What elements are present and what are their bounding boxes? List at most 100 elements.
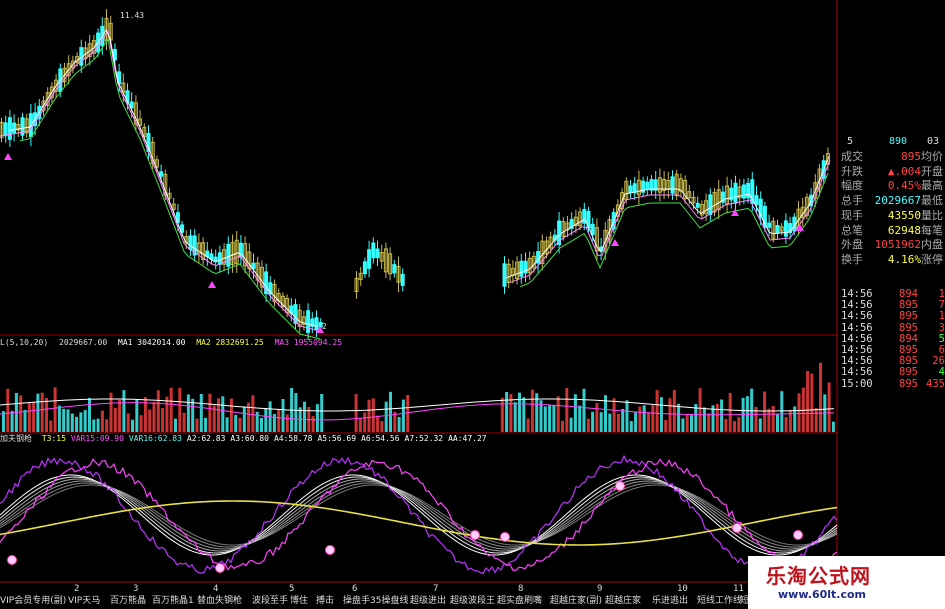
quote-label: 换手 — [841, 252, 863, 266]
formula-tab[interactable]: 波段至手 — [252, 594, 288, 609]
chart-area[interactable]: 11.43 2 L(5,10,20) 2029667.00 MA1 304201… — [0, 0, 838, 609]
formula-tab[interactable]: 短线工作线 — [697, 594, 742, 609]
formula-tab[interactable]: 操盘手35操盘线 — [343, 594, 408, 609]
volume-bar — [707, 413, 711, 432]
volume-header: L(5,10,20) 2029667.00 MA1 3042014.00 MA2… — [0, 338, 342, 348]
formula-tab[interactable]: 超越庄家(副) — [550, 594, 602, 609]
volume-bar — [668, 398, 672, 432]
tick-time: 14:56 — [841, 299, 873, 312]
tick-volume: 5 — [938, 332, 945, 345]
candle-body — [645, 181, 650, 190]
volume-bar — [526, 418, 530, 432]
quote-label-2: 均价 — [921, 150, 943, 163]
quote-label-2: 每笔 — [921, 223, 943, 237]
quote-label: 外盘 — [841, 238, 863, 252]
volume-bar — [45, 397, 48, 432]
volume-bar — [406, 394, 410, 432]
candle-body — [314, 317, 319, 331]
indicator-value: A2:62.83 — [186, 434, 226, 443]
volume-bar — [685, 414, 689, 432]
quote-value: 62948 — [887, 223, 921, 237]
formula-tab[interactable]: 百万熊晶 — [110, 594, 146, 609]
indicator-value: A4:58.78 — [273, 434, 313, 443]
formula-tab[interactable]: 替血失钢枪 — [197, 594, 242, 609]
volume-bar — [806, 370, 810, 432]
volume-bar — [143, 397, 147, 432]
volume-bar — [285, 414, 289, 432]
tick-row: 14:56 894 5 — [841, 333, 945, 345]
volume-bar — [513, 402, 517, 432]
formula-tab[interactable]: 百万熊晶1 — [152, 594, 194, 609]
volume-bar — [174, 418, 177, 432]
tick-time: 14:56 — [841, 288, 873, 300]
formula-tab[interactable]: 超级进出 — [410, 594, 446, 609]
indicator-value: A6:54.56 — [361, 434, 400, 443]
volume-bar — [561, 420, 564, 432]
quote-value: 43550 — [887, 208, 921, 222]
quote-label-2: 量比 — [921, 208, 943, 222]
formula-tab[interactable]: 乐进逃出 — [652, 594, 688, 609]
formula-tab[interactable]: 超级波段王 — [450, 594, 495, 609]
volume-bar — [217, 398, 220, 432]
watermark-url: www.60lt.com — [778, 588, 867, 601]
indicator-value: A5:56.69 — [317, 434, 357, 443]
formula-tab[interactable]: 搏击 — [316, 594, 334, 609]
volume-bar — [371, 398, 375, 432]
tick-row: 14:56 895 4 — [841, 366, 945, 378]
volume-bar — [659, 397, 663, 432]
tick-time: 14:56 — [841, 332, 873, 345]
indicator-value: A3:60.80 — [230, 434, 269, 443]
ma-line-white — [504, 156, 830, 279]
volume-bar — [92, 419, 96, 432]
volume-bar — [629, 421, 633, 432]
formula-tab[interactable]: VIP天马 — [68, 594, 100, 609]
candle-body — [306, 310, 311, 334]
volume-bar — [500, 397, 504, 432]
formula-tab[interactable]: VIP会员专用(副) — [0, 594, 66, 609]
volume-bar — [126, 413, 130, 432]
volume-bar — [591, 411, 595, 432]
quote-label-2: 最低 — [921, 194, 943, 208]
volume-bar — [303, 401, 306, 432]
volume-bar — [702, 407, 706, 432]
volume-bar — [389, 391, 392, 432]
formula-tab[interactable]: 超实盘刷嘴 — [497, 594, 542, 609]
volume-bar — [83, 410, 87, 432]
formula-tab[interactable]: 超越庄家 — [605, 594, 641, 609]
volume-bar — [569, 417, 573, 432]
volume-bar — [763, 391, 767, 432]
volume-bar — [612, 398, 616, 432]
formula-tab[interactable]: 博住 — [290, 594, 308, 609]
quote-label-2: 开盘 — [921, 164, 943, 178]
quote-label: 现手 — [841, 208, 863, 222]
buy-marker-icon — [208, 281, 216, 288]
volume-bar — [401, 399, 405, 432]
volume-bar — [616, 413, 620, 432]
tick-volume: 435 — [926, 377, 945, 390]
volume-bar — [32, 402, 36, 432]
oscillator-signal-line — [0, 500, 838, 546]
volume-bar — [169, 387, 173, 432]
volume-bar — [367, 399, 371, 432]
volume-bar — [638, 406, 642, 432]
volume-bar — [698, 388, 702, 432]
quote-value: ▲.004 — [887, 164, 921, 178]
time-axis-label: 8 — [518, 584, 524, 594]
volume-bar — [242, 406, 246, 432]
buy-marker-icon — [4, 153, 12, 160]
time-axis-label: 7 — [433, 584, 439, 594]
time-axis-label: 3 — [133, 584, 139, 594]
candle-body — [733, 182, 738, 204]
tick-time: 14:56 — [841, 355, 873, 368]
tick-price: 894 — [899, 332, 918, 345]
volume-bar — [625, 400, 629, 432]
ma2-value: 2832691.25 — [215, 338, 264, 347]
tick-time: 14:56 — [841, 344, 873, 356]
volume-bar — [642, 405, 646, 432]
volume-bar — [75, 416, 79, 432]
quote-header-col1: 5 — [847, 136, 854, 147]
quote-value: 4.16% — [887, 252, 921, 266]
chart-canvas[interactable] — [0, 0, 838, 609]
volume-bar — [737, 417, 741, 432]
tick-time: 15:00 — [841, 377, 873, 390]
